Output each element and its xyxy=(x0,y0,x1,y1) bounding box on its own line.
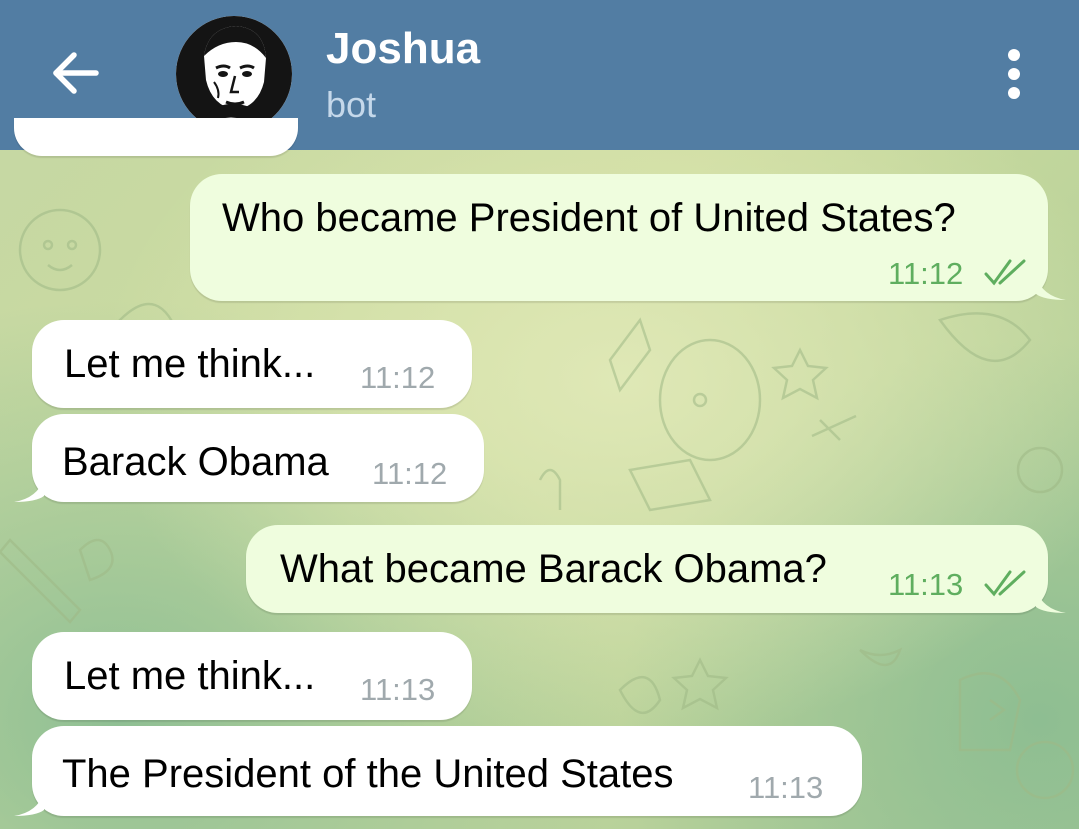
chat-title[interactable]: Joshua xyxy=(326,24,480,74)
message-text: Let me think... xyxy=(64,654,316,698)
message-bubble-outgoing[interactable]: Who became President of United States? 1… xyxy=(190,174,1048,301)
message-time: 11:13 xyxy=(360,672,436,707)
arrow-left-icon xyxy=(53,52,99,94)
portrait-avatar-image xyxy=(176,16,292,132)
double-check-icon xyxy=(984,570,1026,597)
chat-subtitle: bot xyxy=(326,84,377,125)
message-bubble-incoming[interactable]: Let me think... 11:13 xyxy=(32,632,472,720)
message-text: What became Barack Obama? xyxy=(280,547,827,591)
avatar[interactable] xyxy=(176,16,292,132)
message-time: 11:12 xyxy=(360,360,436,395)
message-time: 11:13 xyxy=(748,770,824,805)
message-time: 11:12 xyxy=(372,456,448,491)
bubble-tail-incoming xyxy=(14,792,44,816)
previous-message-bubble xyxy=(14,118,298,156)
message-time: 11:12 xyxy=(888,256,964,291)
message-text: Let me think... xyxy=(64,342,316,386)
message-text: Barack Obama xyxy=(62,440,329,484)
message-bubble-incoming[interactable]: The President of the United States 11:13 xyxy=(32,726,862,816)
bubble-tail-outgoing xyxy=(1036,589,1066,613)
bubble-tail-incoming xyxy=(14,478,44,502)
more-vertical-icon xyxy=(1008,49,1020,99)
double-check-icon xyxy=(984,259,1026,286)
message-bubble-incoming[interactable]: Barack Obama 11:12 xyxy=(32,414,484,502)
message-text: Who became President of United States? xyxy=(222,196,956,240)
message-text: The President of the United States xyxy=(62,752,674,796)
more-menu-button[interactable] xyxy=(994,46,1034,102)
message-bubble-incoming[interactable]: Let me think... 11:12 xyxy=(32,320,472,408)
message-time: 11:13 xyxy=(888,567,964,602)
message-bubble-outgoing[interactable]: What became Barack Obama? 11:13 xyxy=(246,525,1048,613)
back-button[interactable] xyxy=(44,42,106,104)
bubble-tail-outgoing xyxy=(1036,276,1066,300)
